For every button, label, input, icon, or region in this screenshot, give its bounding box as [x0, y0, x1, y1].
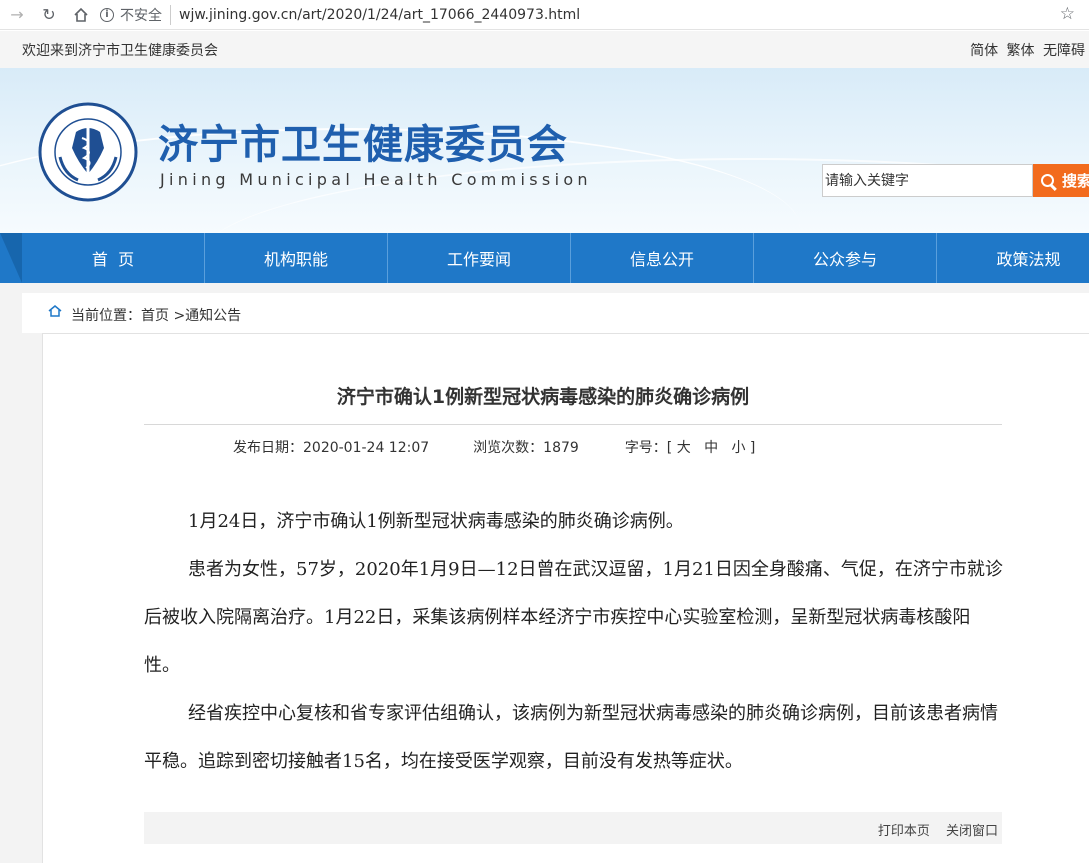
nav-item-participation[interactable]: 公众参与 — [754, 233, 937, 283]
address-bar[interactable]: i 不安全 wjw.jining.gov.cn/art/2020/1/24/ar… — [100, 2, 580, 28]
article-paragraph: 经省疾控中心复核和省专家评估组确认，该病例为新型冠状病毒感染的肺炎确诊病例，目前… — [144, 703, 998, 772]
bookmark-star-icon[interactable]: ☆ — [1060, 4, 1075, 24]
close-window-link[interactable]: 关闭窗口 — [946, 824, 998, 839]
article-paragraph: 1月24日，济宁市确认1例新型冠状病毒感染的肺炎确诊病例。 — [188, 511, 684, 532]
article-meta: 发布日期：2020-01-24 12:07 浏览次数：1879 字号：[ 大 中 小… — [233, 437, 755, 457]
article: 济宁市确认1例新型冠状病毒感染的肺炎确诊病例 发布日期：2020-01-24 1… — [42, 333, 1089, 863]
home-icon[interactable] — [70, 4, 92, 26]
publish-date: 2020-01-24 12:07 — [303, 440, 430, 456]
breadcrumb-section-link[interactable]: >通知公告 — [169, 308, 241, 324]
print-page-link[interactable]: 打印本页 — [878, 824, 930, 839]
fontsize-small-link[interactable]: 小 — [731, 440, 745, 456]
search-box: 搜索 — [822, 164, 1089, 197]
commission-emblem-icon — [38, 102, 138, 202]
fontsize-large-link[interactable]: 大 — [677, 440, 691, 456]
fontsize-label: 字号：[ — [624, 440, 677, 456]
main-nav: 首 页 机构职能 工作要闻 信息公开 公众参与 政策法规 — [0, 233, 1089, 283]
article-title: 济宁市确认1例新型冠状病毒感染的肺炎确诊病例 — [336, 386, 750, 408]
org-name-cn: 济宁市卫生健康委员会 — [158, 122, 568, 168]
language-switcher: 简体 繁体 无障碍 — [970, 40, 1089, 60]
search-icon — [1041, 174, 1054, 187]
fontsize-end: ] — [745, 440, 756, 456]
title-divider — [144, 424, 1002, 425]
article-body: 1月24日，济宁市确认1例新型冠状病毒感染的肺炎确诊病例。 患者为女性，57岁，… — [144, 498, 1004, 786]
browser-toolbar: → ↻ i 不安全 wjw.jining.gov.cn/art/2020/1/2… — [0, 0, 1089, 30]
traditional-link[interactable]: 繁体 — [1007, 43, 1035, 59]
url-text[interactable]: wjw.jining.gov.cn/art/2020/1/24/art_1706… — [179, 7, 580, 23]
breadcrumb-home-link[interactable]: 首页 — [141, 308, 169, 324]
org-name-en: Jining Municipal Health Commission — [160, 170, 592, 189]
article-footer: 打印本页 关闭窗口 — [144, 812, 1002, 844]
back-arrow-icon[interactable]: → — [6, 4, 28, 26]
reload-icon[interactable]: ↻ — [38, 4, 60, 26]
location-home-icon — [48, 305, 62, 317]
search-button[interactable]: 搜索 — [1033, 164, 1089, 197]
site-banner: 济宁市卫生健康委员会 Jining Municipal Health Commi… — [0, 68, 1089, 233]
welcome-text: 欢迎来到济宁市卫生健康委员会 — [22, 43, 218, 59]
top-strip: 欢迎来到济宁市卫生健康委员会 简体 繁体 无障碍 — [0, 31, 1089, 68]
breadcrumb: 当前位置：首页 >通知公告 — [22, 293, 1089, 333]
fontsize-medium-link[interactable]: 中 — [704, 440, 718, 456]
nav-item-news[interactable]: 工作要闻 — [388, 233, 571, 283]
nav-item-policies[interactable]: 政策法规 — [937, 233, 1089, 283]
info-icon[interactable]: i — [100, 7, 114, 22]
simplified-link[interactable]: 简体 — [970, 43, 998, 59]
views-count: 1879 — [543, 440, 579, 456]
search-button-label: 搜索 — [1062, 172, 1089, 190]
security-status[interactable]: 不安全 — [120, 4, 171, 25]
nav-item-home[interactable]: 首 页 — [22, 233, 205, 283]
views-label: 浏览次数： — [473, 440, 544, 456]
nav-item-functions[interactable]: 机构职能 — [205, 233, 388, 283]
breadcrumb-prefix: 当前位置： — [71, 308, 141, 324]
accessibility-link[interactable]: 无障碍 — [1043, 43, 1085, 59]
publish-label: 发布日期： — [233, 440, 303, 456]
search-input[interactable] — [822, 164, 1033, 197]
article-paragraph: 患者为女性，57岁，2020年1月9日—12日曾在武汉逗留，1月21日因全身酸痛… — [144, 559, 1003, 676]
nav-item-disclosure[interactable]: 信息公开 — [571, 233, 754, 283]
